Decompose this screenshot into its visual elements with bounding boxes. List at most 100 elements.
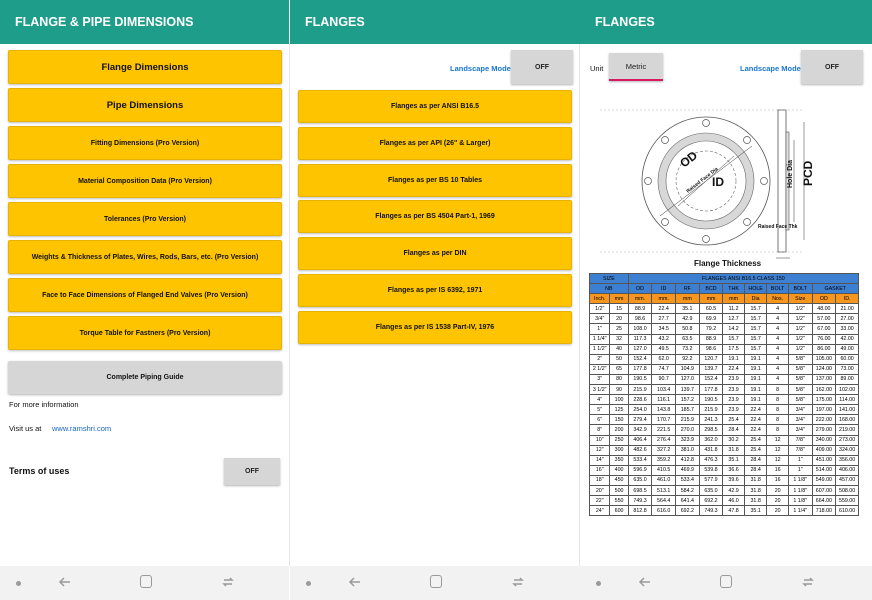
- table-cell: 8: [766, 414, 789, 426]
- table-cell: 20": [588, 484, 611, 497]
- dot-icon[interactable]: [16, 581, 21, 586]
- ansi-b16-5-button[interactable]: Flanges as per ANSI B16.5: [298, 90, 572, 123]
- page-title: FLANGE & PIPE DIMENSIONS: [15, 15, 194, 29]
- table-cell: 1/2": [787, 333, 813, 345]
- table-cell: 92.2: [675, 353, 700, 365]
- table-cell: 19.1: [743, 363, 768, 375]
- table-cell: 596.9: [627, 464, 653, 476]
- terms-toggle[interactable]: OFF: [224, 458, 280, 485]
- table-cell: 150: [609, 414, 629, 426]
- table-cell: 664.00: [811, 495, 837, 507]
- table-cell: 564.4: [651, 495, 677, 507]
- is-6392-button[interactable]: Flanges as per IS 6392, 1971: [298, 274, 572, 307]
- unit-header: Size: [787, 293, 813, 305]
- fitting-dimensions-button[interactable]: Fitting Dimensions (Pro Version): [8, 126, 282, 160]
- complete-piping-guide-button[interactable]: Complete Piping Guide: [8, 361, 282, 394]
- table-cell: 8: [766, 424, 789, 436]
- table-cell: 457.00: [835, 474, 859, 486]
- is-1538-button[interactable]: Flanges as per IS 1538 Part-IV, 1976: [298, 311, 572, 344]
- table-cell: 15.7: [743, 323, 768, 335]
- terms-label: Terms of uses: [9, 466, 70, 476]
- table-cell: 610.00: [835, 505, 859, 517]
- table-cell: 40: [609, 343, 629, 355]
- table-cell: 1": [787, 454, 813, 466]
- table-cell: 20: [766, 505, 789, 517]
- bs-10-button[interactable]: Flanges as per BS 10 Tables: [298, 164, 572, 197]
- table-cell: 124.00: [811, 363, 837, 375]
- tolerances-button[interactable]: Tolerances (Pro Version): [8, 202, 282, 236]
- face-to-face-button[interactable]: Face to Face Dimensions of Flanged End V…: [8, 278, 282, 312]
- table-cell: 362.0: [698, 434, 724, 446]
- table-cell: 25: [609, 323, 629, 335]
- table-cell: 1 1/8": [787, 474, 813, 486]
- flange-dimensions-button[interactable]: Flange Dimensions: [8, 50, 282, 84]
- table-cell: 170.7: [651, 414, 677, 426]
- table-row: 1 1/2" 40 127.0 49.5 73.2 98.6 17.5 15.7 4 1/2" 86…: [588, 343, 859, 355]
- nav-bar: [580, 566, 872, 600]
- table-cell: 3 1/2": [588, 384, 611, 396]
- back-arrow-icon[interactable]: [58, 575, 72, 589]
- home-square-icon[interactable]: [720, 575, 732, 588]
- table-cell: 60.00: [835, 353, 859, 365]
- table-cell: 4: [766, 353, 789, 365]
- table-cell: 5/8": [787, 363, 813, 375]
- recent-apps-icon[interactable]: [511, 575, 525, 589]
- unit-header: mm.: [627, 293, 653, 305]
- din-button[interactable]: Flanges as per DIN: [298, 237, 572, 270]
- pipe-dimensions-button[interactable]: Pipe Dimensions: [8, 88, 282, 122]
- table-row: 18" 450 635.0 461.0 533.4 577.9 39.6 31.8 16 1 1/…: [588, 474, 859, 486]
- torque-table-button[interactable]: Torque Table for Fastners (Pro Version): [8, 316, 282, 350]
- home-square-icon[interactable]: [140, 575, 152, 588]
- home-screen: FLANGE & PIPE DIMENSIONS Flange Dimensio…: [0, 0, 289, 600]
- recent-apps-icon[interactable]: [801, 575, 815, 589]
- api-button[interactable]: Flanges as per API (26" & Larger): [298, 127, 572, 160]
- table-cell: 812.8: [627, 505, 653, 517]
- unit-selector[interactable]: Metric: [609, 53, 663, 81]
- table-cell: 80: [609, 373, 629, 386]
- table-cell: 300: [609, 444, 629, 456]
- bs-4504-button[interactable]: Flanges as per BS 4504 Part-1, 1969: [298, 200, 572, 233]
- table-cell: 219.00: [835, 424, 859, 436]
- landscape-toggle[interactable]: OFF: [511, 50, 573, 84]
- table-cell: 88.9: [698, 333, 724, 345]
- landscape-toggle[interactable]: OFF: [801, 50, 863, 84]
- dot-icon[interactable]: [306, 581, 311, 586]
- table-row: 2 1/2" 65 177.8 74.7 104.9 139.7 22.4 19.1 4 5/8"…: [588, 363, 859, 375]
- table-cell: 17.5: [722, 343, 745, 355]
- column-group-header: GASKET: [811, 283, 860, 295]
- table-cell: 635.0: [627, 474, 653, 486]
- table-cell: 15.7: [722, 333, 745, 345]
- table-cell: 108.0: [627, 323, 653, 335]
- recent-apps-icon[interactable]: [221, 575, 235, 589]
- flange-table: SIZE FLANGES ANSI B16.5 CLASS 150 NB OD ID…: [588, 272, 860, 517]
- flanges-screen: FLANGES Landscape Mode OFF Flanges as pe…: [290, 0, 580, 600]
- home-square-icon[interactable]: [430, 575, 442, 588]
- website-link[interactable]: www.ramshri.com: [52, 424, 111, 433]
- table-cell: 749.3: [627, 495, 653, 507]
- unit-header: Dia: [743, 293, 768, 305]
- table-cell: 215.9: [698, 404, 724, 416]
- table-row: 3/4" 20 98.6 27.7 42.9 69.9 12.7 15.7 4 1/2" 57.00…: [588, 313, 859, 325]
- table-cell: 692.2: [698, 495, 724, 507]
- table-cell: 7/8": [787, 434, 813, 446]
- table-cell: 1 1/2": [588, 343, 611, 355]
- table-cell: 215.9: [627, 384, 653, 396]
- flange-drawing: OD ID Raised Face Dia Hole Dia PCD Raise…: [600, 109, 815, 268]
- table-cell: 698.5: [627, 484, 653, 497]
- table-cell: 1 1/8": [787, 495, 813, 507]
- table-cell: 22.4: [743, 424, 768, 436]
- table-cell: 14.2: [722, 323, 745, 335]
- table-cell: 98.6: [698, 343, 724, 355]
- table-cell: 250: [609, 434, 629, 446]
- table-cell: 279.00: [811, 424, 837, 436]
- back-arrow-icon[interactable]: [348, 575, 362, 589]
- dot-icon[interactable]: [596, 581, 601, 586]
- back-arrow-icon[interactable]: [638, 575, 652, 589]
- material-composition-button[interactable]: Material Composition Data (Pro Version): [8, 164, 282, 198]
- table-cell: 90: [609, 384, 629, 396]
- size-header: SIZE: [589, 272, 629, 285]
- table-cell: 103.4: [651, 384, 677, 396]
- table-cell: 33.00: [835, 323, 859, 335]
- table-cell: 175.00: [811, 394, 837, 406]
- weights-thickness-button[interactable]: Weights & Thickness of Plates, Wires, Ro…: [8, 240, 282, 274]
